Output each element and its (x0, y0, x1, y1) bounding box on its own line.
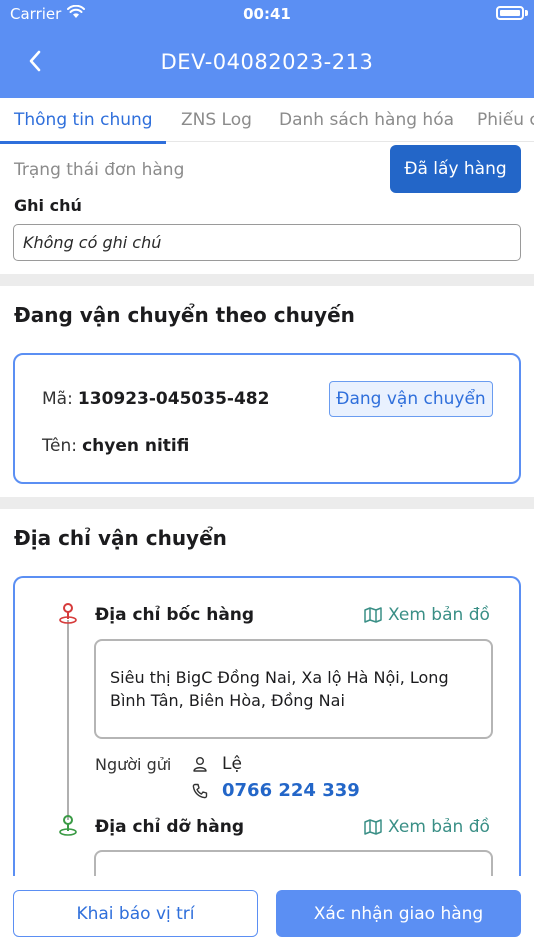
note-label: Ghi chú (14, 196, 82, 215)
phone-icon (192, 783, 208, 799)
trip-status-badge: Đang vận chuyển (329, 381, 493, 417)
dropoff-pin-icon (59, 815, 77, 836)
trip-name-row: Tên: chyen nitifi (42, 436, 189, 456)
trip-name-value: chyen nitifi (82, 436, 190, 456)
report-location-button[interactable]: Khai báo vị trí (13, 890, 258, 937)
tab-slip[interactable]: Phiếu c (477, 110, 534, 130)
dropoff-map-link-label: Xem bản đồ (388, 817, 490, 837)
route-line (67, 620, 69, 820)
trip-code-row: Mã: 130923-045035-482 (42, 389, 269, 409)
tab-bar: Thông tin chung ZNS Log Danh sách hàng h… (0, 98, 534, 142)
tab-general-info[interactable]: Thông tin chung (14, 110, 153, 130)
status-bar: Carrier 00:41 (0, 0, 534, 28)
sender-label: Người gửi (95, 755, 172, 774)
clock: 00:41 (243, 5, 291, 23)
app-header: Carrier 00:41 DEV-04082023-213 (0, 0, 534, 98)
trip-section-title: Đang vận chuyển theo chuyến (14, 303, 355, 327)
map-icon (364, 607, 382, 623)
trip-code-value: 130923-045035-482 (77, 389, 270, 409)
pickup-map-link[interactable]: Xem bản đồ (364, 605, 490, 625)
trip-code-label: Mã: (42, 389, 73, 409)
note-field[interactable]: Không có ghi chú (13, 224, 521, 261)
section-divider (0, 497, 534, 509)
sender-name: Lệ (222, 754, 242, 774)
pickup-pin-icon (59, 603, 77, 624)
person-icon (193, 757, 207, 772)
dropoff-address-label: Địa chỉ dỡ hàng (95, 817, 244, 837)
tab-goods-list[interactable]: Danh sách hàng hóa (279, 110, 454, 130)
order-status-button[interactable]: Đã lấy hàng (390, 145, 521, 193)
section-divider (0, 274, 534, 286)
trip-card (13, 353, 521, 484)
trip-name-label: Tên: (42, 436, 77, 456)
battery-tip (525, 10, 528, 16)
pickup-address-label: Địa chỉ bốc hàng (95, 605, 255, 625)
confirm-delivery-button[interactable]: Xác nhận giao hàng (276, 890, 521, 937)
battery-icon (496, 6, 524, 20)
dropoff-map-link[interactable]: Xem bản đồ (364, 817, 490, 837)
pickup-address-box: Siêu thị BigC Đồng Nai, Xa lộ Hà Nội, Lo… (94, 639, 493, 739)
map-icon (364, 819, 382, 835)
pickup-address-text: Siêu thị BigC Đồng Nai, Xa lộ Hà Nội, Lo… (110, 668, 449, 710)
pickup-map-link-label: Xem bản đồ (388, 605, 490, 625)
page-title: DEV-04082023-213 (160, 50, 374, 74)
sender-phone-link[interactable]: 0766 224 339 (222, 780, 360, 801)
order-status-label: Trạng thái đơn hàng (14, 160, 185, 180)
tab-active-indicator (0, 141, 166, 144)
shipping-section-title: Địa chỉ vận chuyển (14, 526, 227, 550)
tab-zns-log[interactable]: ZNS Log (181, 110, 252, 130)
